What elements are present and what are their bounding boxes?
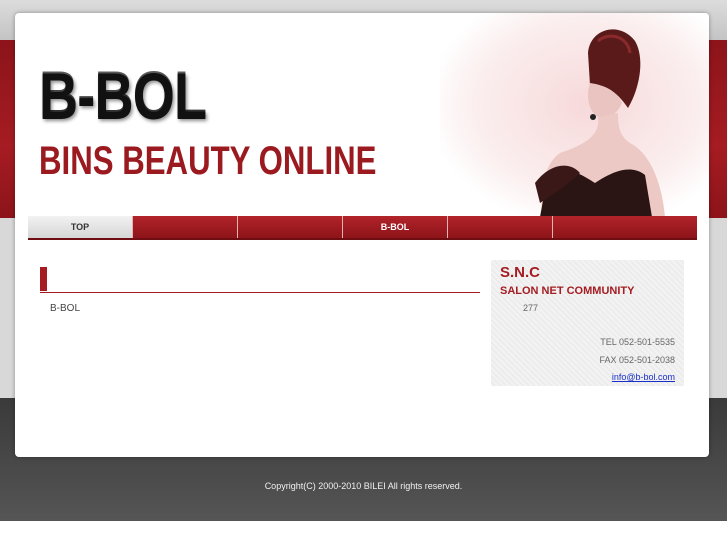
footer-copyright: Copyright(C) 2000-2010 BILEI All rights … — [264, 481, 463, 491]
heading-accent-bar — [40, 267, 47, 291]
site-tagline: BINS BEAUTY ONLINE — [39, 139, 377, 183]
header-model-photo — [440, 13, 709, 217]
nav-item-6[interactable] — [553, 216, 697, 238]
nav-item-3[interactable] — [238, 216, 343, 238]
sidebar-email-link[interactable]: info@b-bol.com — [612, 372, 675, 382]
nav-item-top[interactable]: TOP — [28, 216, 133, 238]
main-nav: TOP B-BOL — [28, 216, 697, 240]
sidebar-number: 277 — [523, 303, 539, 313]
nav-item-5[interactable] — [448, 216, 553, 238]
sidebar-subtitle: SALON NET COMMUNITY — [500, 285, 635, 297]
nav-item-b-bol[interactable]: B-BOL — [343, 216, 448, 238]
nav-item-2[interactable] — [133, 216, 238, 238]
bottom-white-strip — [0, 521, 727, 545]
sidebar-tel: TEL 052-501-5535 — [600, 337, 675, 347]
main-content: B-BOL — [40, 267, 480, 314]
site-header: B-BOL BINS BEAUTY ONLINE — [15, 13, 709, 217]
section-heading — [40, 267, 480, 293]
site-logo[interactable]: B-BOL — [39, 59, 207, 129]
sidebar-fax: FAX 052-501-2038 — [599, 355, 675, 365]
sidebar-title: S.N.C — [500, 264, 541, 281]
sidebar-contact-box: S.N.C SALON NET COMMUNITY 277 TEL 052-50… — [491, 260, 684, 386]
main-body-text: B-BOL — [50, 303, 81, 314]
